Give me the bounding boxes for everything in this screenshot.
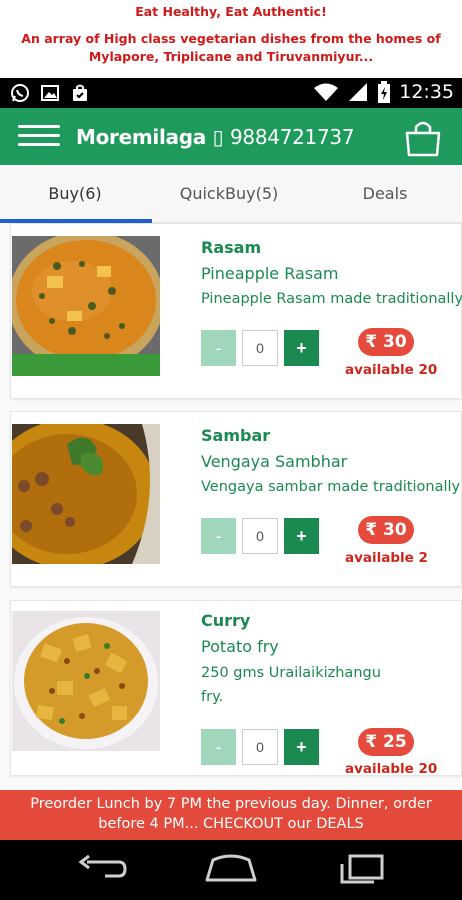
home-icon[interactable] — [203, 854, 259, 884]
product-image-sambar — [12, 424, 160, 564]
app-bar: Moremilaga ▯ 9884721737 — [0, 108, 462, 165]
product-name: Pineapple Rasam — [201, 264, 339, 283]
product-description: Pineapple Rasam made traditionally — [201, 291, 462, 307]
wifi-icon — [314, 83, 339, 101]
recent-apps-icon[interactable] — [338, 854, 386, 884]
battery-icon — [378, 81, 391, 103]
product-category: Rasam — [201, 238, 262, 257]
system-nav-bar — [0, 840, 462, 900]
product-list[interactable]: Rasam Pineapple Rasam Pineapple Rasam ma… — [0, 223, 462, 790]
quantity-stepper: - 0 + — [201, 729, 321, 765]
price-badge: ₹ 25 — [358, 728, 414, 756]
increase-button[interactable]: + — [284, 330, 319, 366]
product-category: Curry — [201, 611, 251, 630]
product-name: Potato fry — [201, 637, 279, 656]
quantity-stepper: - 0 + — [201, 330, 321, 366]
promo-header: Eat Healthy, Eat Authentic! An array of … — [0, 0, 462, 78]
product-card-rasam[interactable]: Rasam Pineapple Rasam Pineapple Rasam ma… — [10, 223, 462, 399]
cart-icon[interactable] — [403, 118, 443, 158]
app-name: Moremilaga — [76, 125, 206, 149]
quantity-value[interactable]: 0 — [242, 729, 278, 765]
increase-button[interactable]: + — [284, 518, 319, 554]
status-bar: 12:35 — [0, 78, 462, 108]
availability-label: available 20 — [345, 362, 438, 378]
shopping-bag-icon — [73, 84, 87, 101]
promo-description: An array of High class vegetarian dishes… — [21, 31, 441, 64]
clock: 12:35 — [399, 81, 454, 103]
product-name: Vengaya Sambhar — [201, 452, 348, 471]
product-image-rasam — [12, 236, 160, 376]
promo-tagline: Eat Healthy, Eat Authentic! — [135, 4, 327, 19]
tab-buy[interactable]: Buy(6) — [0, 165, 150, 223]
availability-label: available 20 — [345, 761, 438, 777]
phone-icon: ▯ — [212, 125, 224, 149]
tab-deals[interactable]: Deals — [308, 165, 462, 223]
price-badge: ₹ 30 — [358, 516, 414, 544]
gallery-icon — [41, 85, 59, 101]
price-badge: ₹ 30 — [358, 328, 414, 356]
quantity-stepper: - 0 + — [201, 518, 321, 554]
product-category: Sambar — [201, 426, 271, 445]
decrease-button[interactable]: - — [201, 330, 236, 366]
signal-icon — [349, 83, 368, 101]
decrease-button[interactable]: - — [201, 518, 236, 554]
decrease-button[interactable]: - — [201, 729, 236, 765]
whatsapp-icon — [11, 84, 29, 102]
product-image-curry — [12, 611, 160, 751]
back-icon[interactable] — [75, 854, 127, 884]
menu-icon[interactable] — [18, 125, 60, 149]
order-info-banner[interactable]: Preorder Lunch by 7 PM the previous day.… — [0, 790, 462, 840]
product-description: Vengaya sambar made traditionally — [201, 479, 461, 495]
product-card-curry[interactable]: Curry Potato fry 250 gms Urailaikizhangu… — [10, 600, 462, 777]
quantity-value[interactable]: 0 — [242, 330, 278, 366]
tab-bar: Buy(6) QuickBuy(5) Deals — [0, 165, 462, 223]
product-card-sambar[interactable]: Sambar Vengaya Sambhar Vengaya sambar ma… — [10, 411, 462, 587]
phone-number[interactable]: 9884721737 — [230, 125, 355, 149]
increase-button[interactable]: + — [284, 729, 319, 765]
product-description: 250 gms Urailaikizhangu fry. — [201, 665, 381, 705]
availability-label: available 2 — [345, 550, 428, 566]
app-title: Moremilaga ▯ 9884721737 — [76, 125, 355, 149]
tab-quickbuy[interactable]: QuickBuy(5) — [150, 165, 308, 223]
quantity-value[interactable]: 0 — [242, 518, 278, 554]
